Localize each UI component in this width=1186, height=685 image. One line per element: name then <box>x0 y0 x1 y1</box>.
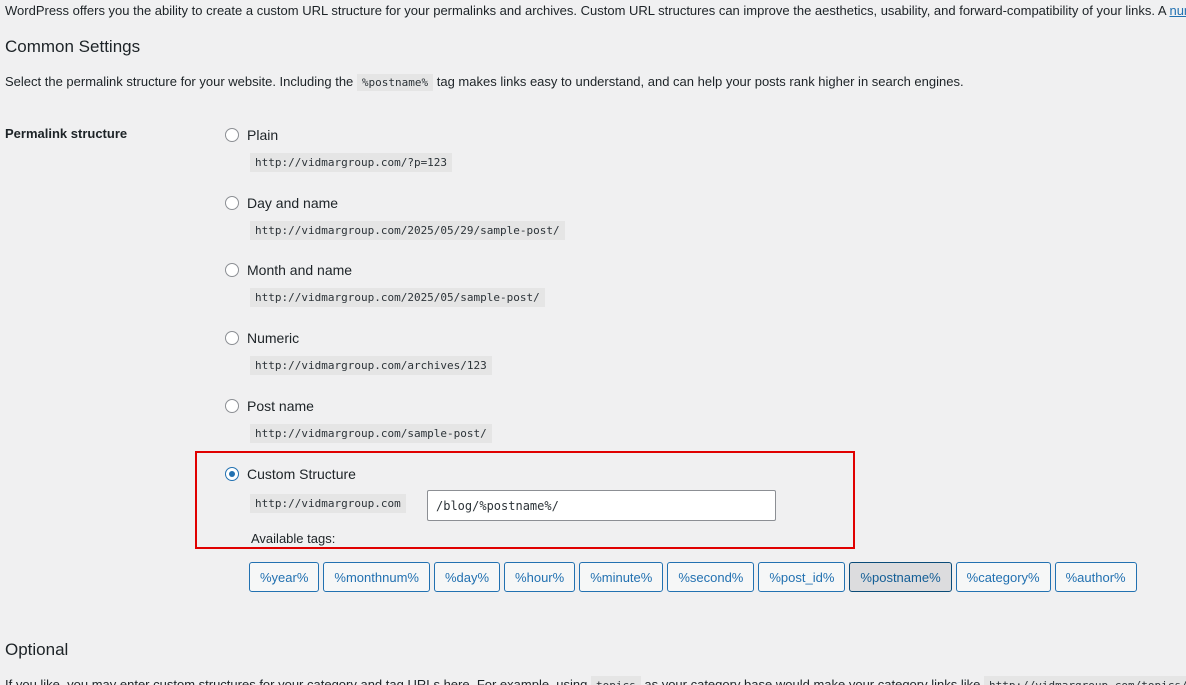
tag-year-button[interactable]: %year% <box>249 562 320 592</box>
permalink-settings-page: WordPress offers you the ability to crea… <box>0 0 1186 685</box>
radio-plain[interactable] <box>225 128 239 142</box>
tag-category-button[interactable]: %category% <box>955 562 1051 592</box>
permalink-structure-label: Permalink structure <box>5 126 128 141</box>
option-numeric: Numeric http://vidmargroup.com/archives/… <box>225 330 492 375</box>
radio-post-name-label[interactable]: Post name <box>247 398 314 414</box>
optional-desc-before: If you like, you may enter custom struct… <box>5 677 591 685</box>
intro-link[interactable]: num <box>1169 3 1186 18</box>
sample-url-numeric: http://vidmargroup.com/archives/123 <box>250 356 492 375</box>
highlight-annotation-box <box>195 451 855 549</box>
tag-postname-button[interactable]: %postname% <box>849 562 952 592</box>
tag-hour-button[interactable]: %hour% <box>504 562 576 592</box>
optional-heading: Optional <box>5 640 69 659</box>
sample-url-month-and-name: http://vidmargroup.com/2025/05/sample-po… <box>250 288 545 307</box>
radio-numeric-label[interactable]: Numeric <box>247 330 299 346</box>
desc-postname-code: %postname% <box>356 74 434 91</box>
intro-text: WordPress offers you the ability to crea… <box>5 2 1186 20</box>
desc-after: tag makes links easy to understand, and … <box>433 74 964 89</box>
optional-desc-after: as your category base would make your ca… <box>640 677 984 685</box>
desc-before: Select the permalink structure for your … <box>5 74 357 89</box>
sample-url-day-and-name: http://vidmargroup.com/2025/05/29/sample… <box>250 221 565 240</box>
optional-desc-code-topics: topics <box>590 676 641 685</box>
radio-numeric[interactable] <box>225 331 239 345</box>
tag-author-button[interactable]: %author% <box>1054 562 1137 592</box>
option-day-and-name: Day and name http://vidmargroup.com/2025… <box>225 195 565 240</box>
radio-plain-label[interactable]: Plain <box>247 127 278 143</box>
tag-monthnum-button[interactable]: %monthnum% <box>323 562 430 592</box>
optional-desc-code-url: http://vidmargroup.com/topics/ <box>983 676 1186 685</box>
radio-post-name[interactable] <box>225 399 239 413</box>
tag-day-button[interactable]: %day% <box>433 562 501 592</box>
option-post-name: Post name http://vidmargroup.com/sample-… <box>225 398 492 443</box>
radio-month-and-name[interactable] <box>225 263 239 277</box>
sample-url-post-name: http://vidmargroup.com/sample-post/ <box>250 424 492 443</box>
sample-url-plain: http://vidmargroup.com/?p=123 <box>250 153 453 172</box>
intro-body: WordPress offers you the ability to crea… <box>5 3 1170 18</box>
radio-day-and-name[interactable] <box>225 196 239 210</box>
radio-month-and-name-label[interactable]: Month and name <box>247 262 352 278</box>
tag-minute-button[interactable]: %minute% <box>579 562 664 592</box>
available-tags-list: %year% %monthnum% %day% %hour% %minute% … <box>249 562 1137 592</box>
common-settings-description: Select the permalink structure for your … <box>5 73 964 92</box>
optional-description: If you like, you may enter custom struct… <box>5 676 1186 685</box>
tag-second-button[interactable]: %second% <box>667 562 755 592</box>
tag-post-id-button[interactable]: %post_id% <box>758 562 846 592</box>
common-settings-heading: Common Settings <box>5 37 141 56</box>
option-plain: Plain http://vidmargroup.com/?p=123 <box>225 127 453 172</box>
option-month-and-name: Month and name http://vidmargroup.com/20… <box>225 262 545 307</box>
radio-day-and-name-label[interactable]: Day and name <box>247 195 338 211</box>
